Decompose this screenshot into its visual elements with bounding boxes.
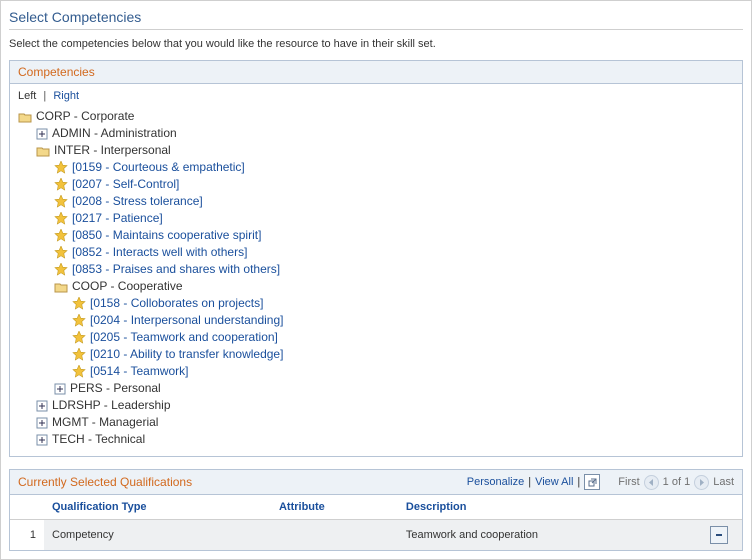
star-icon <box>54 176 68 193</box>
star-icon <box>54 159 68 176</box>
delete-row-button[interactable] <box>710 526 728 544</box>
col-index <box>10 495 44 520</box>
tree-align-bar: Left | Right <box>18 90 734 102</box>
competency-link[interactable]: [0514 - Teamwork] <box>90 363 189 380</box>
expand-icon[interactable] <box>36 431 48 448</box>
competency-link[interactable]: [0158 - Colloborates on projects] <box>90 295 263 312</box>
star-icon <box>54 244 68 261</box>
cell-description: Teamwork and cooperation <box>398 520 702 551</box>
prev-page-button[interactable] <box>644 475 659 490</box>
star-icon <box>54 193 68 210</box>
align-right-link[interactable]: Right <box>53 90 79 102</box>
expand-icon[interactable] <box>36 397 48 414</box>
node-label: PERS - Personal <box>70 380 161 397</box>
competency-link[interactable]: [0208 - Stress tolerance] <box>72 193 203 210</box>
instruction-text: Select the competencies below that you w… <box>9 38 743 50</box>
competency-link[interactable]: [0217 - Patience] <box>72 210 163 227</box>
pager: First 1 of 1 Last <box>618 475 734 490</box>
star-icon <box>54 210 68 227</box>
viewall-link[interactable]: View All <box>535 476 573 488</box>
competency-link[interactable]: [0852 - Interacts well with others] <box>72 244 247 261</box>
expand-icon[interactable] <box>54 380 66 397</box>
node-label: INTER - Interpersonal <box>54 142 171 159</box>
page-title: Select Competencies <box>9 9 743 30</box>
align-left-label: Left <box>18 90 36 102</box>
star-icon <box>72 346 86 363</box>
node-label: COOP - Cooperative <box>72 278 183 295</box>
col-description[interactable]: Description <box>398 495 702 520</box>
star-icon <box>72 363 86 380</box>
align-sep: | <box>43 90 46 102</box>
node-label: ADMIN - Administration <box>52 125 177 142</box>
competency-link[interactable]: [0204 - Interpersonal understanding] <box>90 312 283 329</box>
cell-actions <box>702 520 742 551</box>
last-label: Last <box>713 476 734 488</box>
first-label: First <box>618 476 639 488</box>
star-icon <box>72 295 86 312</box>
competencies-section: Competencies Left | Right CORP - Corpora… <box>9 60 743 457</box>
competency-link[interactable]: [0850 - Maintains cooperative spirit] <box>72 227 261 244</box>
competency-link[interactable]: [0159 - Courteous & empathetic] <box>72 159 245 176</box>
folder-open-icon[interactable] <box>36 142 50 159</box>
qualifications-section: Currently Selected Qualifications Person… <box>9 469 743 551</box>
table-row: 1Competency Teamwork and cooperation <box>10 520 742 551</box>
personalize-link[interactable]: Personalize <box>467 476 524 488</box>
competency-link[interactable]: [0205 - Teamwork and cooperation] <box>90 329 278 346</box>
competency-link[interactable]: [0853 - Praises and shares with others] <box>72 261 280 278</box>
star-icon <box>54 227 68 244</box>
competency-link[interactable]: [0210 - Ability to transfer knowledge] <box>90 346 283 363</box>
popout-icon[interactable] <box>584 474 600 490</box>
folder-open-icon[interactable] <box>54 278 68 295</box>
cell-qualtype: Competency <box>44 520 271 551</box>
next-page-button[interactable] <box>694 475 709 490</box>
tool-sep: | <box>577 476 580 488</box>
competency-link[interactable]: [0207 - Self-Control] <box>72 176 179 193</box>
row-index: 1 <box>10 520 44 551</box>
competencies-header: Competencies <box>10 61 742 84</box>
page-indicator: 1 of 1 <box>663 476 691 488</box>
cell-attribute <box>271 520 398 551</box>
node-label: CORP - Corporate <box>36 108 134 125</box>
col-qualtype[interactable]: Qualification Type <box>44 495 271 520</box>
col-attribute[interactable]: Attribute <box>271 495 398 520</box>
qualifications-title: Currently Selected Qualifications <box>18 475 192 489</box>
node-label: LDRSHP - Leadership <box>52 397 171 414</box>
folder-open-icon[interactable] <box>18 108 32 125</box>
expand-icon[interactable] <box>36 125 48 142</box>
node-label: MGMT - Managerial <box>52 414 158 431</box>
expand-icon[interactable] <box>36 414 48 431</box>
col-actions <box>702 495 742 520</box>
star-icon <box>54 261 68 278</box>
tool-sep: | <box>528 476 531 488</box>
competency-tree: CORP - Corporate ADMIN - Administration … <box>18 108 734 448</box>
star-icon <box>72 312 86 329</box>
star-icon <box>72 329 86 346</box>
node-label: TECH - Technical <box>52 431 145 448</box>
